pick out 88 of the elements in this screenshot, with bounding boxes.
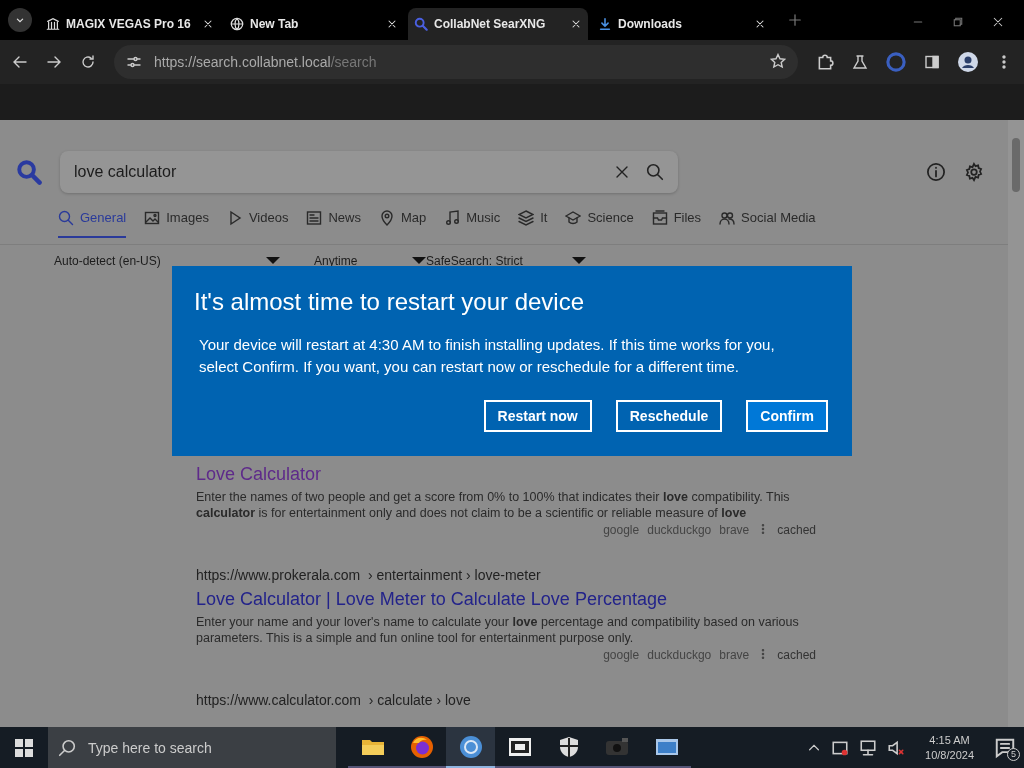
engine-label: duckduckgo <box>647 523 712 537</box>
dialog-title: It's almost time to restart your device <box>194 288 586 316</box>
scrollbar-thumb[interactable] <box>1012 138 1020 192</box>
category-tab[interactable]: Map <box>378 210 427 238</box>
clock-date[interactable]: 10/8/2024 <box>925 747 974 763</box>
music-note-icon <box>444 210 461 226</box>
close-icon <box>202 18 214 30</box>
side-panel-icon <box>924 54 940 70</box>
bookmark-star-icon <box>770 52 786 69</box>
clear-icon <box>614 164 630 180</box>
search-query: love calculator <box>74 163 178 181</box>
new-tab-icon <box>788 13 802 27</box>
dialog-button[interactable]: Reschedule <box>615 400 723 432</box>
cached-link[interactable]: cached <box>777 648 816 662</box>
category-tab[interactable]: It <box>518 210 548 238</box>
layers-icon <box>518 210 535 226</box>
category-tab[interactable]: News <box>306 210 361 238</box>
search-logo-icon <box>16 159 42 185</box>
result-url: https://www.prokerala.com › entertainment › love-meter <box>196 567 542 583</box>
restore-icon <box>952 16 964 28</box>
category-tab[interactable]: Videos <box>226 210 289 238</box>
category-tab[interactable]: Social Media <box>719 210 816 238</box>
dialog-message: Your device will restart at 4:30 AM to finish installing updates. If this time works for you, select Confirm. If you want, you can restart now or reschedule for a different time. <box>199 335 776 377</box>
shield-icon[interactable] <box>557 735 580 758</box>
graduation-cap-icon <box>565 210 582 226</box>
close-icon <box>386 18 398 30</box>
result-title-link[interactable]: Love Calculator | Love Meter to Calculate Love Percentage <box>196 589 667 610</box>
image-icon <box>144 210 161 226</box>
camera-icon[interactable] <box>604 736 631 757</box>
building-icon <box>46 17 60 31</box>
network-icon <box>859 738 878 757</box>
info-icon <box>926 162 946 182</box>
search-icon <box>414 17 428 31</box>
extensions-icon <box>816 53 834 71</box>
result-snippet: Enter your name and your lover's name to calculate your love percentage and compatibility based on various parameters. This is a simple and fun online tool for entertainment purpose only. <box>196 614 800 646</box>
engine-label: brave <box>719 523 750 537</box>
notification-count: 5 <box>1007 747 1020 761</box>
category-tab[interactable]: Music <box>444 210 501 238</box>
category-tab[interactable]: Images <box>144 210 209 238</box>
volume-muted-icon <box>887 738 906 757</box>
profile-avatar-icon[interactable] <box>958 52 978 72</box>
map-pin-icon <box>378 210 395 226</box>
file-box-icon <box>651 210 668 226</box>
taskbar-app-button[interactable] <box>446 727 495 768</box>
reload-icon <box>80 54 96 70</box>
dialog-button[interactable]: Restart now <box>483 400 592 432</box>
close-icon <box>992 16 1004 28</box>
people-icon <box>719 210 736 226</box>
back-icon <box>12 54 28 70</box>
browser-tab[interactable]: New Tab <box>224 8 404 40</box>
clock-time[interactable]: 4:15 AM <box>929 732 970 748</box>
forward-icon <box>46 54 62 70</box>
engine-label: google <box>603 523 640 537</box>
browser-tab[interactable]: MAGIX VEGAS Pro 16 <box>40 8 220 40</box>
result-snippet: Enter the names of two people and get a score from 0% to 100% that indicates their love compatibility. This calculator is for entertainment only and does not claim to be a scientific or reliable measure of love <box>196 489 791 521</box>
window-icon[interactable] <box>654 736 679 757</box>
category-tab[interactable]: Files <box>651 210 702 238</box>
close-icon <box>754 18 766 30</box>
browser-tab[interactable]: Downloads <box>592 8 772 40</box>
engine-label: duckduckgo <box>647 648 712 662</box>
flask-icon <box>852 54 868 70</box>
address-bar[interactable]: https://search.collabnet.local/search <box>114 45 798 79</box>
tab-search-button[interactable] <box>8 8 32 32</box>
newspaper-icon <box>306 210 323 226</box>
dialog-button[interactable]: Confirm <box>746 400 828 432</box>
engine-label: brave <box>719 648 750 662</box>
result-title-link[interactable]: Love Calculator <box>196 464 322 485</box>
download-icon <box>598 17 612 31</box>
search-icon <box>646 163 664 181</box>
archive-icon[interactable] <box>507 736 532 757</box>
windows-start-icon[interactable] <box>15 738 33 757</box>
search-field[interactable]: love calculator <box>60 151 678 193</box>
cached-link[interactable]: cached <box>777 523 816 537</box>
browser-tab[interactable]: CollabNet SearXNG <box>408 8 588 40</box>
url-text: https://search.collabnet.local/search <box>154 54 377 70</box>
notifications-icon <box>994 736 1016 759</box>
category-tab[interactable]: Science <box>565 210 634 238</box>
extension-circle-icon <box>886 52 906 72</box>
category-tab[interactable]: General <box>58 210 127 238</box>
search-icon <box>58 210 74 226</box>
taskbar-search-field[interactable]: Type here to search <box>48 727 336 768</box>
result-url: https://www.calculator.com › calculate › love <box>196 692 472 708</box>
globe-icon <box>230 17 244 31</box>
settings-icon <box>964 162 984 182</box>
close-icon <box>570 18 582 30</box>
site-settings-icon <box>126 54 142 70</box>
search-icon <box>58 738 76 757</box>
engine-label: google <box>603 648 640 662</box>
